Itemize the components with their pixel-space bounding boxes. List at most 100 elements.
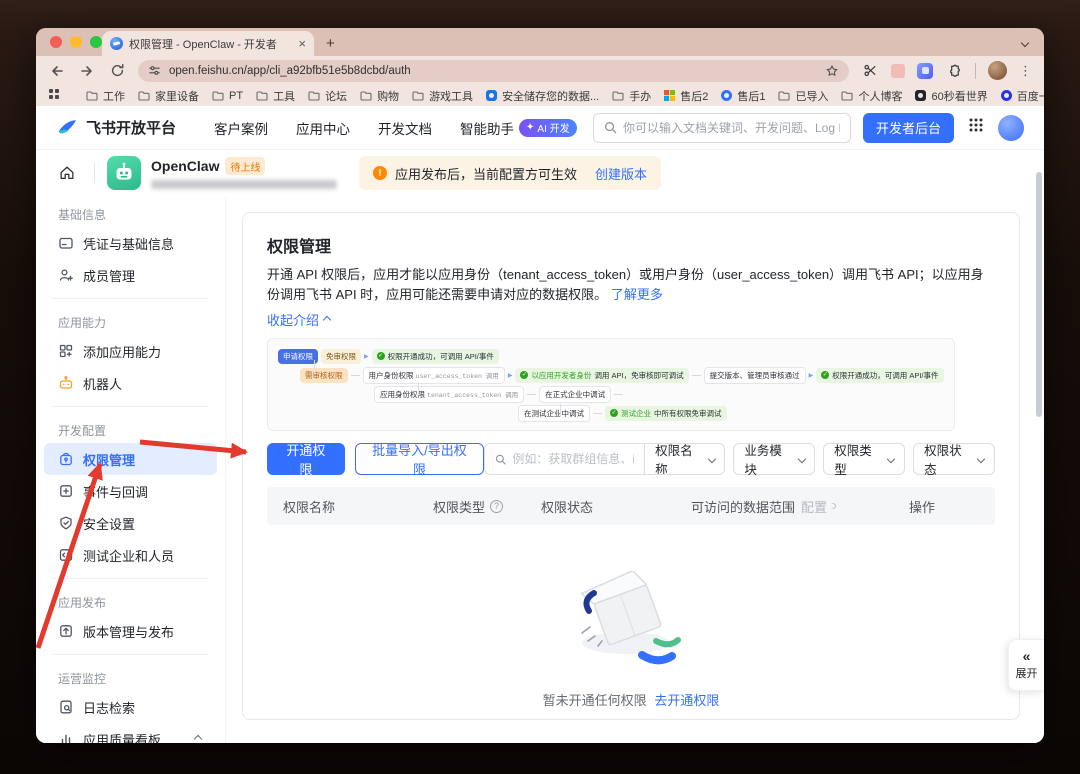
bookmark-item[interactable]: 售后2	[664, 88, 708, 104]
folder-icon	[841, 91, 853, 101]
column-permission-type: 权限类型 ?	[433, 497, 541, 516]
flow-arrow-icon: ▶	[809, 372, 814, 379]
submit-version-node: 提交版本、管理员审核通过	[704, 367, 806, 384]
collapse-intro-link[interactable]: 收起介绍	[267, 310, 330, 329]
bookmark-item[interactable]: 工作	[86, 88, 125, 104]
bookmark-item[interactable]: 手办	[612, 88, 651, 104]
pink-extension-icon[interactable]	[891, 64, 905, 78]
bookmark-item[interactable]: 已导入	[778, 88, 828, 104]
sidebar-item-credentials[interactable]: 凭证与基础信息	[44, 227, 217, 259]
reload-button[interactable]	[108, 62, 126, 80]
forward-button[interactable]	[78, 62, 96, 80]
tab-search-icon[interactable]	[1017, 35, 1032, 50]
page-scrollbar[interactable]	[1036, 172, 1042, 417]
blue-extension-icon[interactable]	[917, 63, 933, 79]
apps-grid-icon[interactable]	[48, 87, 60, 105]
event-callback-icon	[58, 483, 74, 499]
check-icon: ✓	[821, 371, 829, 379]
filter-permission-type[interactable]: 权限类型	[823, 443, 905, 475]
actions-row: 开通权限 批量导入/导出权限 权限名称	[267, 443, 995, 475]
platform-logo[interactable]: 飞书开放平台	[56, 117, 176, 139]
flow-arrow-icon: ▶	[508, 372, 513, 379]
minimize-window-button[interactable]	[70, 36, 82, 48]
scissors-extension-icon[interactable]	[861, 62, 879, 80]
go-open-permission-link[interactable]: 去开通权限	[654, 693, 719, 708]
column-operations: 操作	[909, 497, 979, 516]
batch-import-export-button[interactable]: 批量导入/导出权限	[355, 443, 484, 475]
back-button[interactable]	[48, 62, 66, 80]
browser-tab[interactable]: 权限管理 - OpenClaw - 开发者 ×	[102, 31, 314, 56]
site-settings-icon[interactable]	[148, 64, 161, 77]
bookmark-item[interactable]: 售后1	[721, 88, 765, 104]
sidebar-item-permissions[interactable]: 权限管理	[44, 443, 217, 475]
sidebar-item-members[interactable]: 成员管理	[44, 259, 217, 291]
url-bar[interactable]: open.feishu.cn/app/cli_a92bfb51e5b8dcbd/…	[138, 60, 849, 82]
learn-more-link[interactable]: 了解更多	[611, 287, 663, 302]
connector-line	[593, 413, 602, 414]
sidebar-item-bot[interactable]: 机器人	[44, 367, 217, 399]
site-favicon-icon	[1001, 90, 1012, 101]
bookmark-item[interactable]: 百度一下，你就知道	[1001, 88, 1044, 104]
sidebar-item-version-release[interactable]: 版本管理与发布	[44, 615, 217, 647]
bookmark-item[interactable]: 家里设备	[138, 88, 199, 104]
permission-search-input[interactable]	[512, 452, 634, 466]
filter-permission-status[interactable]: 权限状态	[913, 443, 995, 475]
browser-menu-icon[interactable]: ⋮	[1019, 63, 1032, 79]
maximize-window-button[interactable]	[90, 36, 102, 48]
chevron-down-icon	[977, 455, 985, 463]
close-window-button[interactable]	[50, 36, 62, 48]
folder-icon	[612, 91, 624, 101]
column-permission-name: 权限名称	[283, 497, 433, 516]
nav-item-app-center[interactable]: 应用中心	[296, 118, 350, 138]
apps-waffle-icon[interactable]	[968, 117, 984, 138]
bookmark-item[interactable]: 游戏工具	[412, 88, 473, 104]
permission-table-header: 权限名称 权限类型 ? 权限状态 可访问的数据范围 配置 操作	[267, 487, 995, 525]
bookmarks-bar: 工作 家里设备 PT 工具 论坛 购物 游戏工具 安全储存您的数据... 手办 …	[36, 85, 1044, 106]
bookmark-item[interactable]: 个人博客	[841, 88, 902, 104]
sidebar-item-test-enterprise[interactable]: 测试企业和人员	[44, 539, 217, 571]
configure-scope-link[interactable]: 配置	[801, 497, 836, 516]
publish-warning-banner: ! 应用发布后，当前配置方可生效 创建版本	[359, 156, 661, 190]
expand-panel-button[interactable]: « 展开	[1008, 639, 1044, 691]
sidebar-item-security[interactable]: 安全设置	[44, 507, 217, 539]
new-tab-button[interactable]: +	[326, 36, 335, 51]
create-version-link[interactable]: 创建版本	[595, 164, 647, 183]
nav-item-assistant[interactable]: 智能助手 ✦AI 开发	[460, 118, 577, 138]
site-favicon-icon	[486, 90, 497, 101]
help-icon[interactable]: ?	[490, 500, 503, 513]
sidebar-item-events[interactable]: 事件与回调	[44, 475, 217, 507]
connector-line	[527, 394, 536, 395]
user-avatar[interactable]	[998, 115, 1024, 141]
bookmark-item[interactable]: 工具	[256, 88, 295, 104]
browser-profile-avatar[interactable]	[988, 61, 1007, 80]
platform-search-input[interactable]	[623, 121, 840, 135]
column-data-scope: 可访问的数据范围 配置	[691, 497, 909, 516]
extensions-puzzle-icon[interactable]	[945, 62, 963, 80]
browser-address-bar: open.feishu.cn/app/cli_a92bfb51e5b8dcbd/…	[36, 56, 1044, 85]
bookmark-item[interactable]: 60秒看世界	[915, 88, 987, 104]
bookmark-item[interactable]: 安全储存您的数据...	[486, 88, 599, 104]
sidebar-item-quality-dashboard[interactable]: 应用质量看板	[44, 723, 217, 743]
sidebar-item-log-search[interactable]: 日志检索	[44, 691, 217, 723]
filter-permission-name[interactable]: 权限名称	[644, 444, 724, 474]
bookmark-item[interactable]: 论坛	[308, 88, 347, 104]
tab-close-icon[interactable]: ×	[298, 37, 306, 50]
home-button[interactable]	[52, 158, 82, 188]
collapse-chevron-icon[interactable]	[194, 735, 202, 743]
search-icon	[495, 453, 506, 466]
platform-search-box[interactable]	[593, 113, 851, 143]
sparkle-icon: ✦	[526, 122, 534, 133]
bookmark-item[interactable]: PT	[212, 90, 243, 102]
bookmark-star-icon[interactable]	[825, 64, 839, 78]
nav-item-docs[interactable]: 开发文档	[378, 118, 432, 138]
developer-console-button[interactable]: 开发者后台	[863, 113, 954, 143]
sidebar-item-add-capability[interactable]: 添加应用能力	[44, 335, 217, 367]
nav-item-cases[interactable]: 客户案例	[214, 118, 268, 138]
folder-icon	[138, 91, 150, 101]
platform-top-nav: 飞书开放平台 客户案例 应用中心 开发文档 智能助手 ✦AI 开发 开发者后台	[36, 106, 1044, 150]
flow-result: ✓测试企业中所有权限免审调试	[605, 406, 727, 421]
filter-business-module[interactable]: 业务模块	[733, 443, 815, 475]
bookmark-item[interactable]: 购物	[360, 88, 399, 104]
permission-search-box[interactable]	[485, 444, 644, 474]
open-permission-button[interactable]: 开通权限	[267, 443, 345, 475]
